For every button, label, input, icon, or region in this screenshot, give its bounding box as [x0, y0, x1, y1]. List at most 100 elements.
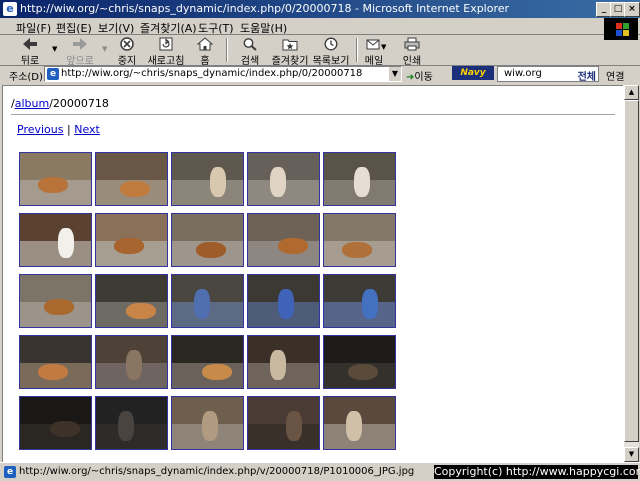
search-icon — [243, 38, 257, 51]
dog-figure — [50, 421, 80, 437]
photo-thumbnail[interactable] — [247, 274, 320, 328]
thumbnail-background — [20, 336, 91, 365]
photo-thumbnail[interactable] — [171, 152, 244, 206]
person-figure — [58, 228, 74, 258]
print-button[interactable]: 인쇄 — [398, 35, 426, 67]
photo-thumbnail[interactable] — [95, 335, 168, 389]
scroll-up-icon[interactable]: ▲ — [624, 85, 639, 100]
back-arrow-icon — [23, 38, 37, 50]
mail-icon — [366, 39, 380, 50]
dog-figure — [44, 299, 74, 315]
photo-thumbnail[interactable] — [323, 274, 396, 328]
go-button[interactable]: ➜이동 — [406, 68, 433, 83]
toolbar-separator — [226, 38, 228, 62]
photo-thumbnail[interactable] — [95, 152, 168, 206]
photo-thumbnail[interactable] — [95, 274, 168, 328]
back-dropdown-icon[interactable]: ▼ — [52, 45, 57, 53]
photo-thumbnail[interactable] — [171, 335, 244, 389]
navy-search-all-button[interactable]: 전체 — [578, 68, 596, 83]
address-bar: 주소(D) e http://wiw.org/~chris/snaps_dyna… — [0, 65, 640, 83]
horizontal-rule — [11, 114, 615, 115]
close-button[interactable]: × — [624, 2, 640, 17]
address-dropdown-icon[interactable]: ▼ — [389, 67, 401, 81]
page-content: /album/20000718 Previous | Next — [2, 85, 624, 463]
dog-figure — [38, 177, 68, 193]
ie-icon: e — [3, 2, 17, 16]
stop-button[interactable]: 중지 — [112, 35, 142, 67]
thumbnail-floor — [324, 302, 395, 327]
previous-link[interactable]: Previous — [17, 123, 64, 136]
dog-figure — [348, 364, 378, 380]
photo-thumbnail[interactable] — [19, 213, 92, 267]
navy-search-box[interactable]: wiw.org 전체 — [497, 66, 599, 83]
menu-view[interactable]: 보기(V) — [98, 20, 134, 36]
vertical-scrollbar[interactable]: ▲ ▼ — [623, 85, 639, 462]
photo-thumbnail[interactable] — [171, 396, 244, 450]
dog-figure — [202, 364, 232, 380]
dog-figure — [120, 181, 150, 197]
album-link[interactable]: album — [15, 97, 49, 110]
person-figure — [354, 167, 370, 197]
photo-thumbnail[interactable] — [247, 396, 320, 450]
photo-thumbnail[interactable] — [95, 396, 168, 450]
person-figure — [270, 167, 286, 197]
refresh-button[interactable]: 새로고침 — [144, 35, 188, 67]
scroll-thumb[interactable] — [624, 100, 639, 442]
thumbnail-background — [324, 336, 395, 365]
thumbnail-background — [20, 214, 91, 243]
photo-thumbnail[interactable] — [247, 213, 320, 267]
navy-logo[interactable]: Navy — [452, 66, 494, 80]
menu-favorites[interactable]: 즐겨찾기(A) — [140, 20, 197, 36]
person-figure — [278, 289, 294, 319]
photo-thumbnail[interactable] — [19, 335, 92, 389]
links-button[interactable]: 연결 — [606, 68, 624, 83]
person-figure — [118, 411, 134, 441]
photo-thumbnail[interactable] — [19, 152, 92, 206]
thumbnail-floor — [172, 180, 243, 205]
menu-tools[interactable]: 도구(T) — [198, 20, 234, 36]
status-page-icon: e — [4, 466, 16, 478]
copyright-watermark: Copyright(c) http://www.happycgi.com — [434, 465, 640, 479]
next-link[interactable]: Next — [74, 123, 100, 136]
person-figure — [346, 411, 362, 441]
thumbnail-background — [96, 275, 167, 304]
page-favicon-icon: e — [47, 68, 59, 80]
back-button[interactable]: 뒤로 — [10, 35, 50, 67]
person-figure — [194, 289, 210, 319]
photo-thumbnail[interactable] — [323, 152, 396, 206]
photo-thumbnail[interactable] — [19, 274, 92, 328]
history-button[interactable]: 목록보기 — [310, 35, 352, 67]
scroll-down-icon[interactable]: ▼ — [624, 447, 639, 462]
photo-thumbnail[interactable] — [247, 335, 320, 389]
dog-figure — [38, 364, 68, 380]
favorites-button[interactable]: 즐겨찾기 — [270, 35, 310, 67]
photo-thumbnail[interactable] — [323, 396, 396, 450]
stop-icon — [120, 37, 134, 51]
person-figure — [126, 350, 142, 380]
mail-dropdown-icon[interactable]: ▼ — [381, 43, 386, 51]
menu-help[interactable]: 도움말(H) — [240, 20, 287, 36]
menu-file[interactable]: 파일(F) — [16, 20, 51, 36]
photo-thumbnail[interactable] — [95, 213, 168, 267]
dog-figure — [278, 238, 308, 254]
photo-thumbnail[interactable] — [19, 396, 92, 450]
search-button[interactable]: 검색 — [232, 35, 268, 67]
address-url[interactable]: http://wiw.org/~chris/snaps_dynamic/inde… — [61, 68, 362, 79]
thumbnail-floor — [248, 424, 319, 449]
thumbnail-background — [324, 275, 395, 304]
address-input[interactable]: e http://wiw.org/~chris/snaps_dynamic/in… — [44, 66, 402, 82]
toolbar: 뒤로 ▼ 앞으로 ▼ 중지 새로고침 홈 검색 즐겨찾기 목록보기 메일 ▼ 인… — [0, 35, 640, 67]
photo-thumbnail[interactable] — [247, 152, 320, 206]
menu-edit[interactable]: 편집(E) — [56, 20, 92, 36]
forward-dropdown-icon[interactable]: ▼ — [102, 45, 107, 53]
forward-button[interactable]: 앞으로 — [60, 35, 100, 67]
person-figure — [362, 289, 378, 319]
photo-thumbnail[interactable] — [323, 213, 396, 267]
photo-thumbnail[interactable] — [171, 213, 244, 267]
photo-thumbnail[interactable] — [171, 274, 244, 328]
photo-thumbnail[interactable] — [323, 335, 396, 389]
person-figure — [270, 350, 286, 380]
navy-search-value[interactable]: wiw.org — [504, 68, 542, 79]
dog-figure — [126, 303, 156, 319]
home-button[interactable]: 홈 — [190, 35, 220, 67]
